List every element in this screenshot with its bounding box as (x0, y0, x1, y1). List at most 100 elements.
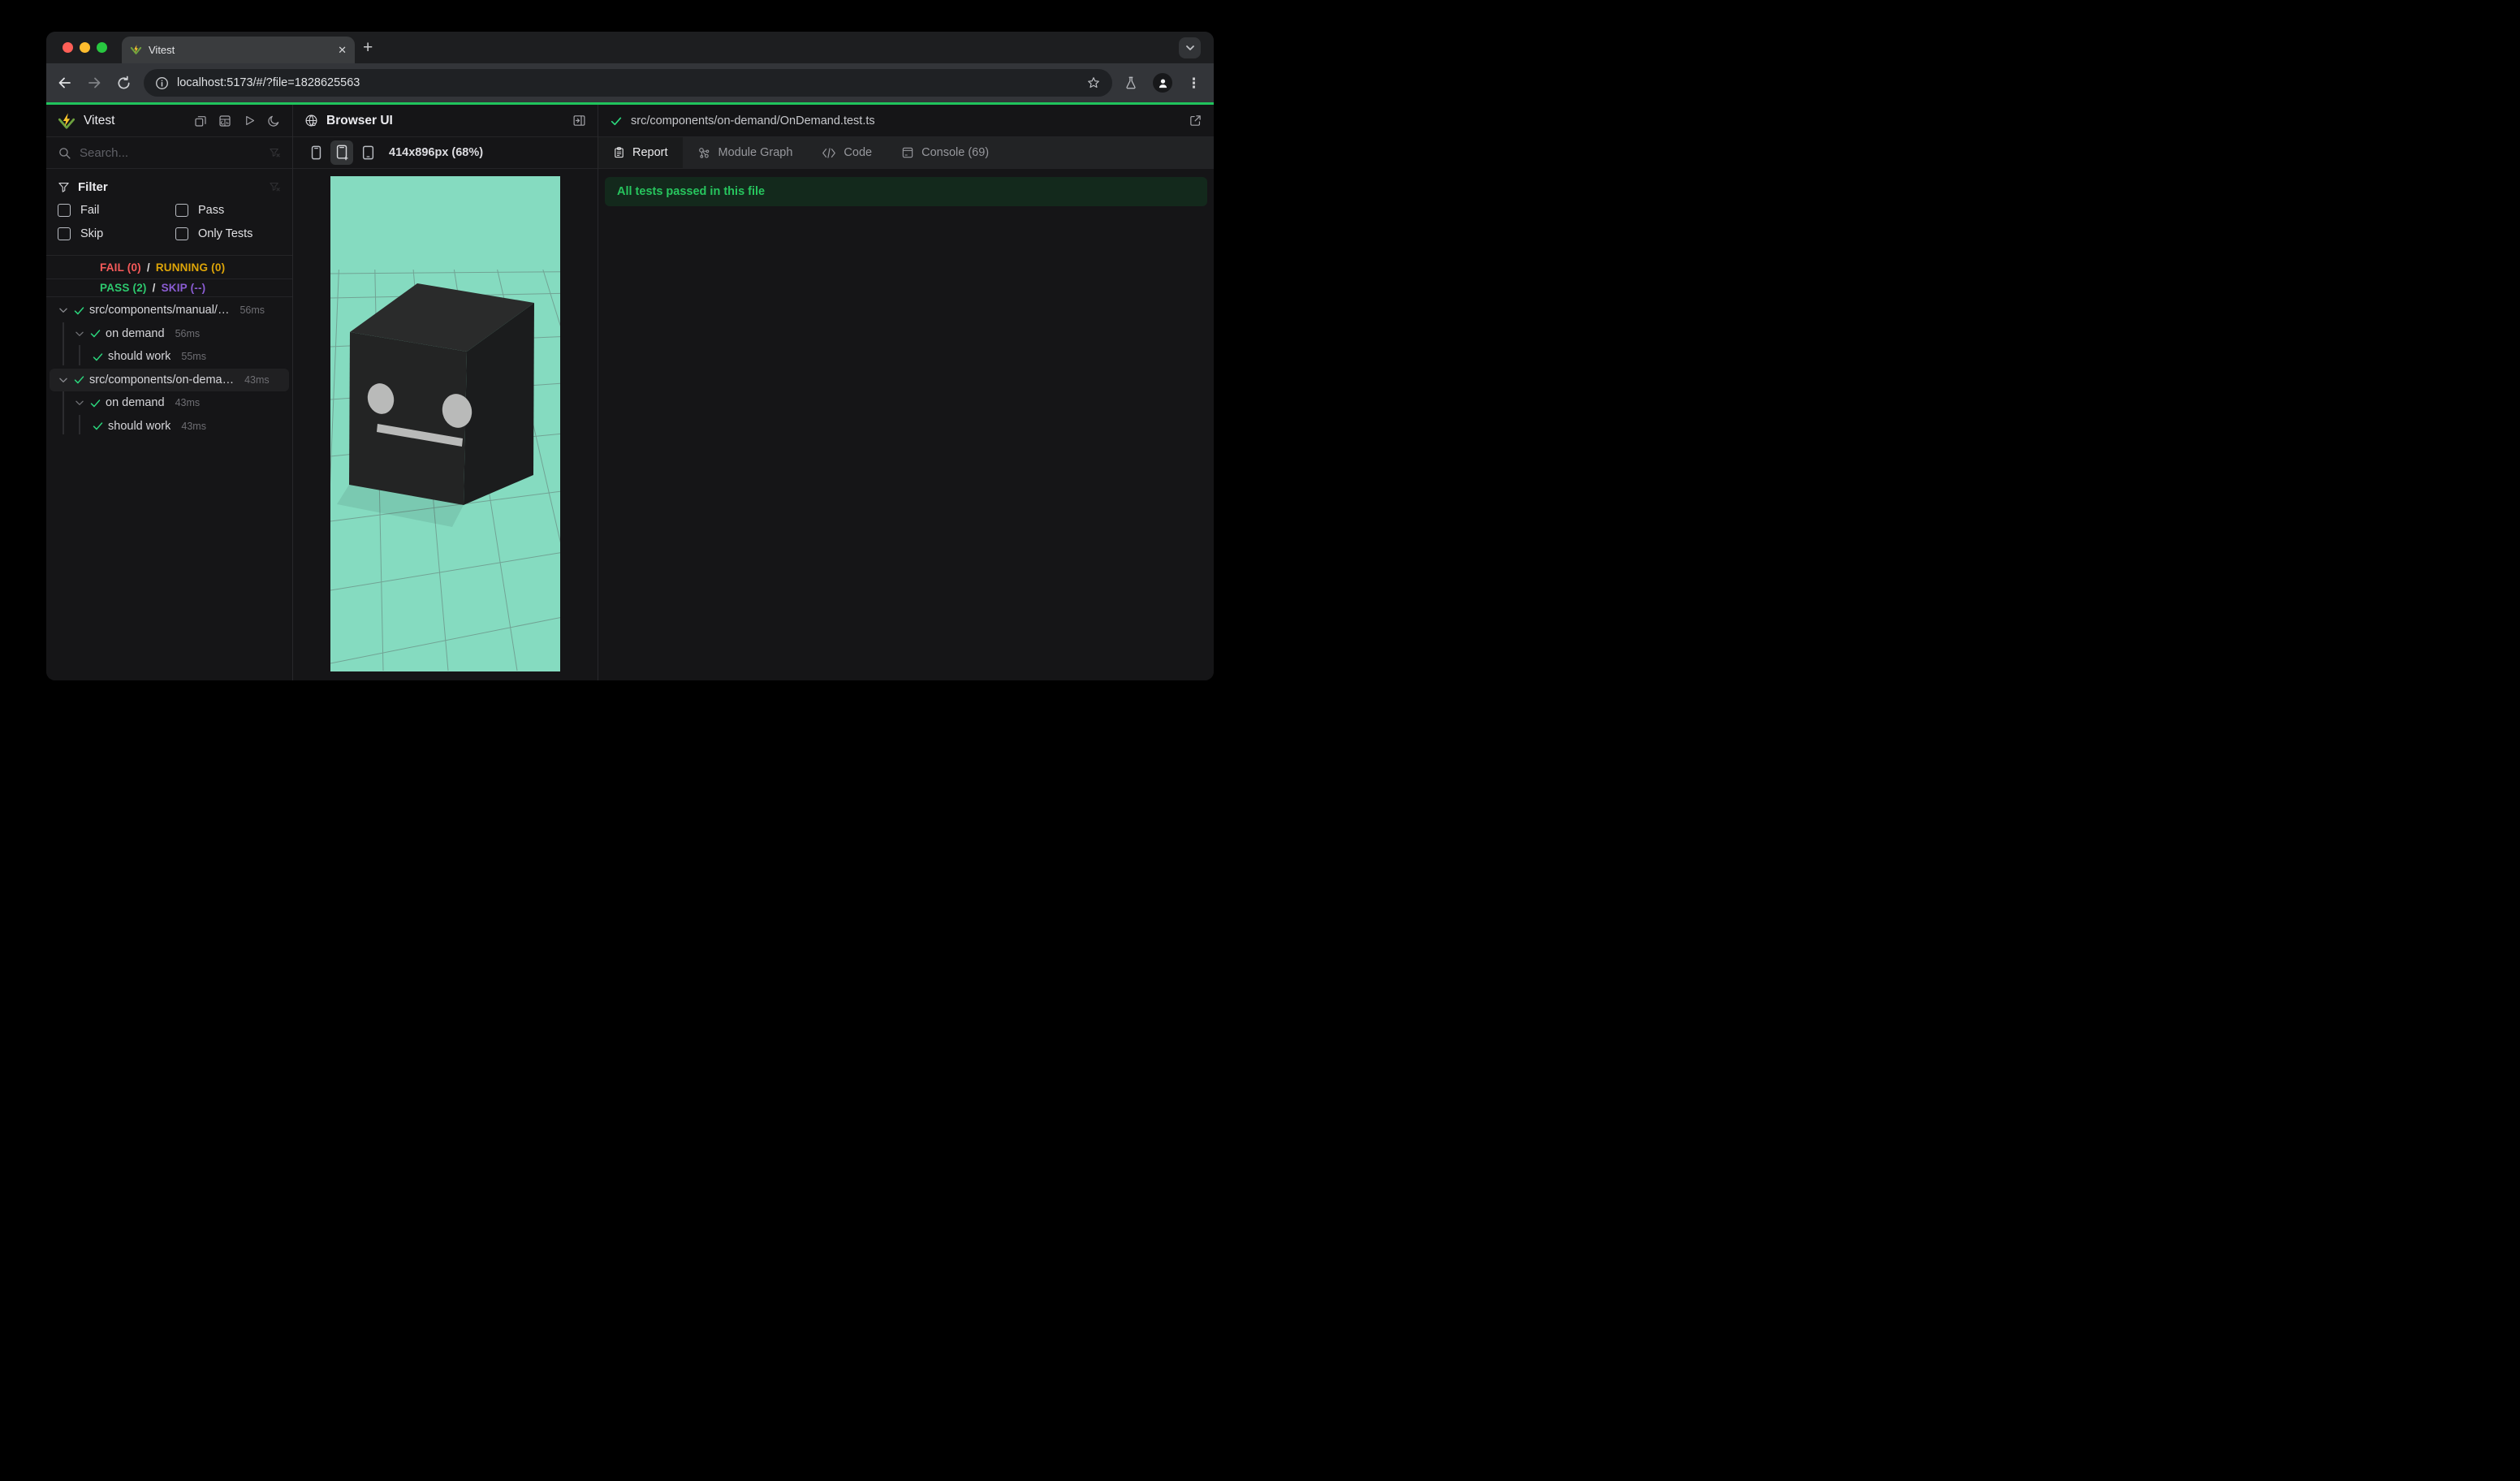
browser-toolbar: localhost:5173/#/?file=1828625563 ⋮ (46, 63, 1214, 102)
bookmark-star-icon[interactable] (1086, 76, 1101, 90)
tests-passed-banner: All tests passed in this file (605, 177, 1207, 206)
reload-icon[interactable] (114, 74, 132, 92)
device-tablet-icon[interactable] (356, 140, 379, 165)
device-small-phone-icon[interactable] (304, 140, 327, 165)
chevron-down-icon[interactable] (58, 374, 69, 386)
duration-label: 56ms (239, 304, 265, 317)
globe-icon (304, 114, 318, 127)
viewport-toolbar: 414x896px (68%) (293, 137, 598, 169)
vitest-logo-icon (58, 112, 76, 130)
url-text[interactable]: localhost:5173/#/?file=1828625563 (177, 76, 1078, 89)
robot-cube (349, 283, 534, 505)
filter-funnel-icon (58, 181, 70, 193)
indent-guide (79, 345, 80, 365)
filter-options: Fail Pass Skip Only Tests (58, 198, 281, 245)
file-path: src/components/on-demand/OnDemand.test.t… (631, 114, 875, 127)
tree-suite-row[interactable]: on demand 56ms (46, 322, 292, 346)
duration-label: 43ms (175, 397, 201, 409)
dashboard-icon[interactable] (218, 114, 232, 128)
tree-test-row[interactable]: should work 55ms (46, 345, 292, 369)
search-icon (58, 146, 71, 160)
open-external-icon[interactable] (1188, 114, 1202, 128)
pass-check-icon (92, 420, 104, 432)
tab-console[interactable]: Console (69) (887, 137, 1003, 168)
tab-report[interactable]: Report (598, 137, 683, 168)
tree-suite-row[interactable]: on demand 43ms (46, 391, 292, 415)
tree-test-row[interactable]: should work 43ms (46, 415, 292, 438)
tab-code[interactable]: Code (807, 137, 887, 168)
open-panel-right-icon[interactable] (572, 114, 586, 128)
experiments-flask-icon[interactable] (1124, 76, 1138, 90)
device-phone-plus-icon[interactable] (330, 140, 353, 165)
window-controls (63, 42, 107, 53)
filter-title: Filter (78, 179, 108, 194)
report-panel: src/components/on-demand/OnDemand.test.t… (598, 105, 1214, 680)
filter-checkbox-fail[interactable]: Fail (58, 198, 175, 222)
sidebar: Vitest Search... Filter Fail Pass Skip O… (46, 105, 293, 680)
site-info-icon[interactable] (155, 76, 169, 90)
duration-label: 55ms (181, 351, 206, 363)
url-bar[interactable]: localhost:5173/#/?file=1828625563 (144, 69, 1112, 97)
checkbox-icon[interactable] (58, 227, 71, 240)
viewport-size-label: 414x896px (68%) (389, 146, 484, 159)
summary-fail-running: FAIL (0) / RUNNING (0) (46, 256, 292, 279)
pass-check-icon (610, 114, 623, 127)
browser-tab[interactable]: Vitest ✕ (122, 37, 355, 63)
checkbox-icon[interactable] (58, 203, 71, 217)
new-tab-button[interactable]: + (363, 38, 373, 58)
sidebar-header: Vitest (46, 105, 292, 137)
filter-checkbox-pass[interactable]: Pass (175, 198, 281, 222)
checkbox-icon[interactable] (175, 203, 188, 217)
chevron-down-icon[interactable] (58, 304, 69, 316)
run-all-icon[interactable] (242, 114, 257, 128)
tab-search-button[interactable] (1179, 37, 1201, 58)
clear-filter-icon[interactable] (269, 181, 281, 193)
tree-file-row[interactable]: src/components/manual/… 56ms (46, 299, 292, 322)
chevron-down-icon[interactable] (74, 397, 85, 408)
toolbar-actions: ⋮ (1124, 73, 1204, 93)
pass-check-icon (73, 304, 85, 317)
tab-strip: Vitest ✕ + (46, 32, 1214, 63)
pass-check-icon (92, 351, 104, 363)
filter-panel: Filter Fail Pass Skip Only Tests (46, 169, 292, 256)
tab-module-graph[interactable]: Module Graph (683, 137, 808, 168)
browser-ui-header: Browser UI (293, 105, 598, 137)
menu-kebab-icon[interactable]: ⋮ (1187, 76, 1201, 90)
maximize-window-button[interactable] (97, 42, 107, 53)
checkbox-icon[interactable] (175, 227, 188, 240)
tested-component-preview[interactable] (330, 176, 560, 671)
report-tabs: Report Module Graph Code Console (69) (598, 137, 1214, 169)
tab-close-icon[interactable]: ✕ (338, 44, 347, 57)
browser-ui-panel: Browser UI 414x896px (68%) (293, 105, 598, 680)
chevron-down-icon[interactable] (74, 328, 85, 339)
pass-check-icon (89, 327, 101, 339)
duration-label: 56ms (175, 327, 201, 339)
browser-window: Vitest ✕ + localhost:5173/#/?file=182862… (46, 32, 1214, 680)
search-input[interactable]: Search... (80, 146, 261, 160)
test-tree: src/components/manual/… 56ms on demand 5… (46, 297, 292, 438)
minimize-window-button[interactable] (80, 42, 90, 53)
vitest-favicon (130, 44, 142, 56)
summary-pass-skip: PASS (2) / SKIP (--) (46, 279, 292, 297)
vitest-ui: Vitest Search... Filter Fail Pass Skip O… (46, 105, 1214, 680)
file-header: src/components/on-demand/OnDemand.test.t… (598, 105, 1214, 137)
collapse-panels-icon[interactable] (193, 114, 208, 128)
search-row: Search... (46, 137, 292, 169)
filter-checkbox-skip[interactable]: Skip (58, 222, 175, 245)
back-icon[interactable] (56, 74, 74, 92)
app-title: Vitest (84, 113, 115, 127)
dark-mode-moon-icon[interactable] (266, 114, 281, 128)
filter-checkbox-only-tests[interactable]: Only Tests (175, 222, 281, 245)
clear-filter-icon[interactable] (269, 147, 281, 159)
pass-check-icon (89, 397, 101, 409)
tree-file-row-selected[interactable]: src/components/on-dema… 43ms (50, 368, 289, 391)
browser-ui-title: Browser UI (326, 113, 393, 127)
profile-avatar[interactable] (1153, 73, 1172, 93)
duration-label: 43ms (244, 373, 270, 386)
tab-title: Vitest (149, 44, 175, 56)
forward-icon[interactable] (85, 74, 103, 92)
indent-guide (79, 414, 80, 434)
duration-label: 43ms (181, 420, 206, 432)
preview-area (293, 169, 598, 680)
close-window-button[interactable] (63, 42, 73, 53)
